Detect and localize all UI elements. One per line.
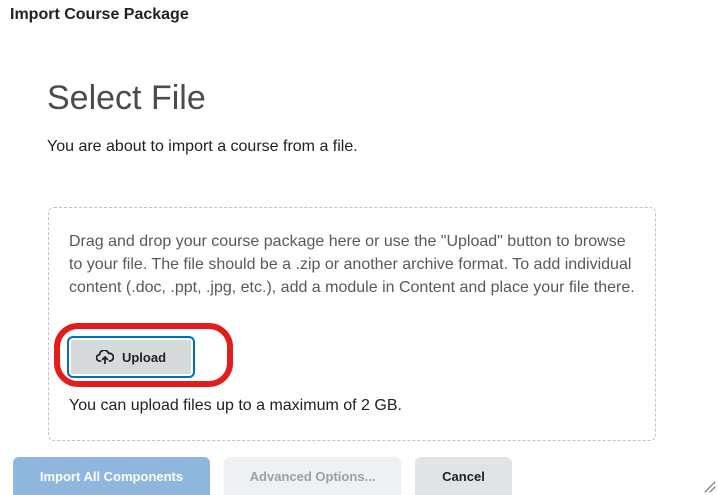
advanced-options-button[interactable]: Advanced Options... [224, 457, 401, 495]
dropzone-instructions: Drag and drop your course package here o… [69, 233, 635, 296]
page-heading: Select File [47, 79, 206, 117]
resize-grip-icon[interactable] [702, 479, 716, 493]
intro-text: You are about to import a course from a … [47, 138, 358, 155]
cloud-upload-icon [95, 350, 114, 364]
cancel-button[interactable]: Cancel [415, 457, 512, 495]
import-all-components-button[interactable]: Import All Components [13, 457, 210, 495]
upload-button[interactable]: Upload [67, 336, 195, 378]
max-size-text: You can upload files up to a maximum of … [69, 397, 402, 414]
upload-button-label: Upload [121, 349, 167, 365]
import-dialog: Import Course Package Select File You ar… [0, 0, 718, 495]
dialog-title: Import Course Package [10, 6, 189, 23]
file-dropzone[interactable]: Drag and drop your course package here o… [48, 207, 656, 441]
